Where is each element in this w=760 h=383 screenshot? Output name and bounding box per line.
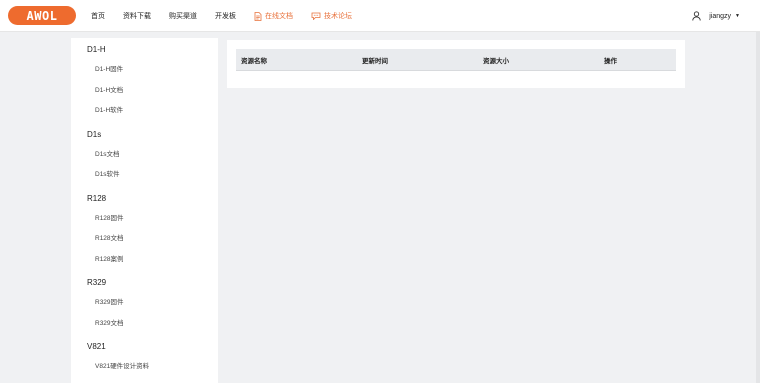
nav-item-online-docs[interactable]: 在线文档 <box>254 11 293 21</box>
nav-item-dev-boards[interactable]: 开发板 <box>215 11 236 21</box>
document-icon <box>254 11 262 21</box>
sidebar-group-r329: R329 R329固件 R329文档 <box>71 277 218 334</box>
username: jiangzy <box>709 12 732 20</box>
brand-logo[interactable]: AWOL <box>8 6 76 25</box>
nav-item-forum[interactable]: 技术论坛 <box>311 11 352 21</box>
forum-icon <box>311 12 321 20</box>
page-scrollbar[interactable] <box>756 32 760 383</box>
sidebar-item-v821-hardware[interactable]: V821硬件设计资料 <box>71 357 218 378</box>
sidebar-group-title: R128 <box>87 193 107 203</box>
sidebar-item-d1h-software[interactable]: D1-H软件 <box>71 101 218 122</box>
top-navbar: AWOL 首页 资料下载 购买渠道 开发板 在线文档 技术论坛 jiangzy … <box>0 0 760 32</box>
nav-item-label: 在线文档 <box>265 13 293 20</box>
sidebar-item-d1s-software[interactable]: D1s软件 <box>71 165 218 186</box>
nav-item-purchase[interactable]: 购买渠道 <box>169 11 197 21</box>
resource-panel: 资源名称 更新时间 资源大小 操作 <box>227 40 685 88</box>
sidebar-group-d1s: D1s D1s文档 D1s软件 <box>71 129 218 186</box>
logo-text: AWOL <box>26 8 58 23</box>
sidebar: D1-H D1-H固件 D1-H文档 D1-H软件 D1s D1s文档 D1s软… <box>71 38 218 383</box>
chevron-down-icon: ▼ <box>735 13 740 19</box>
nav-item-home[interactable]: 首页 <box>91 11 105 21</box>
sidebar-group-title: V821 <box>87 342 106 351</box>
nav-item-label: 购买渠道 <box>169 13 197 20</box>
column-header-name: 资源名称 <box>241 57 267 65</box>
column-header-size: 资源大小 <box>483 57 509 65</box>
sidebar-item-r128-cases[interactable]: R128案例 <box>71 250 218 271</box>
nav-item-label: 首页 <box>91 13 105 20</box>
column-header-actions: 操作 <box>604 57 617 65</box>
nav-item-label: 开发板 <box>215 13 236 20</box>
table-header: 资源名称 更新时间 资源大小 操作 <box>236 49 676 71</box>
sidebar-item-d1s-docs[interactable]: D1s文档 <box>71 145 218 166</box>
main-nav: 首页 资料下载 购买渠道 开发板 在线文档 技术论坛 <box>91 0 370 32</box>
nav-item-label: 资料下载 <box>123 13 151 20</box>
sidebar-group-r128: R128 R128固件 R128文档 R128案例 <box>71 193 218 271</box>
user-menu[interactable]: jiangzy ▼ <box>692 0 740 32</box>
nav-item-label: 技术论坛 <box>324 13 352 20</box>
user-icon <box>692 11 701 21</box>
sidebar-item-r329-firmware[interactable]: R329固件 <box>71 293 218 314</box>
sidebar-group-v821: V821 V821硬件设计资料 <box>71 341 218 378</box>
nav-item-downloads[interactable]: 资料下载 <box>123 11 151 21</box>
sidebar-item-r128-docs[interactable]: R128文档 <box>71 229 218 250</box>
sidebar-group-d1h: D1-H D1-H固件 D1-H文档 D1-H软件 <box>71 44 218 122</box>
sidebar-item-d1h-firmware[interactable]: D1-H固件 <box>71 60 218 81</box>
sidebar-item-r329-docs[interactable]: R329文档 <box>71 314 218 335</box>
column-header-updated: 更新时间 <box>362 57 388 65</box>
sidebar-group-title: R329 <box>87 278 107 287</box>
sidebar-item-d1h-docs[interactable]: D1-H文档 <box>71 81 218 102</box>
sidebar-group-title: D1-H <box>87 45 106 54</box>
sidebar-item-r128-firmware[interactable]: R128固件 <box>71 209 218 230</box>
sidebar-group-title: D1s <box>87 129 102 139</box>
